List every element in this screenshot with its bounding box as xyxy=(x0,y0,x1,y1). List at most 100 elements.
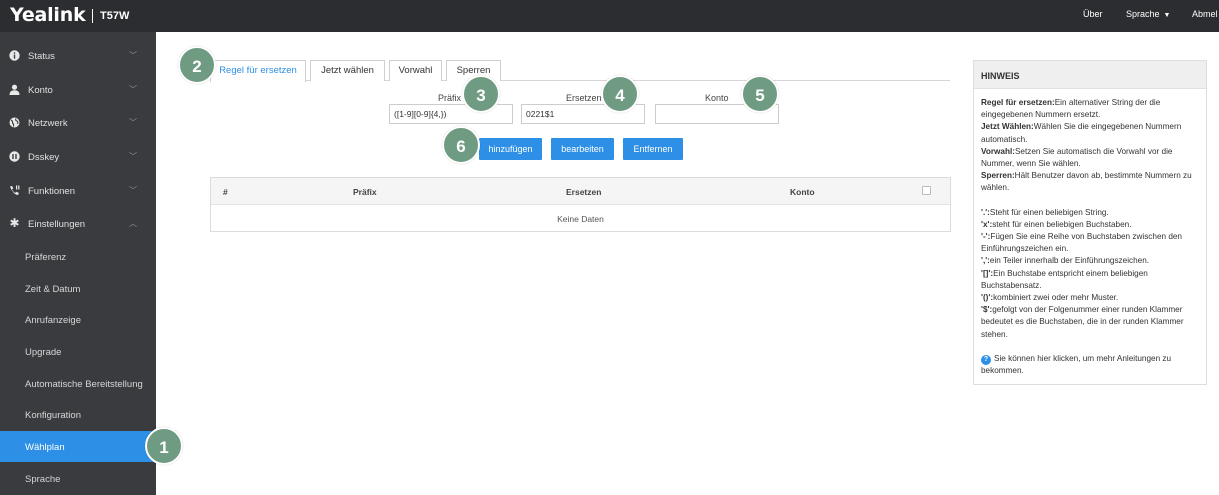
sidebar-item-konto[interactable]: Konto ﹀ xyxy=(0,73,156,106)
column-header-index: # xyxy=(223,187,228,197)
info-icon xyxy=(9,50,20,61)
hint-term: 'x': xyxy=(981,219,993,229)
hint-spacer xyxy=(981,195,1199,207)
logo-divider xyxy=(92,9,93,23)
hint-text: Steht für einen beliebigen String. xyxy=(989,207,1109,217)
remove-button[interactable]: Entfernen xyxy=(623,138,683,160)
annotation-badge-5: 5 xyxy=(741,75,779,113)
sidebar-item-label: Status xyxy=(28,51,55,62)
sidebar-subitem-upgrade[interactable]: Upgrade xyxy=(0,336,156,367)
chevron-down-icon: ﹀ xyxy=(129,118,137,127)
hint-term: '$': xyxy=(981,305,993,315)
help-icon: ? xyxy=(981,354,991,365)
hint-text: kombiniert zwei oder mehr Muster. xyxy=(993,293,1119,303)
hint-symbol: ',':ein Teiler innerhalb der Einführungs… xyxy=(981,255,1199,267)
chevron-down-icon: ﹀ xyxy=(129,85,137,94)
column-header-account: Konto xyxy=(790,187,815,197)
sidebar-subitem-konfiguration[interactable]: Konfiguration xyxy=(0,399,156,430)
hint-panel: HINWEIS Regel für ersetzen:Ein alternati… xyxy=(973,60,1207,385)
sidebar-subitem-label: Upgrade xyxy=(25,347,62,358)
sidebar-subitem-label: Konfiguration xyxy=(25,410,81,421)
caret-down-icon: ▼ xyxy=(1163,12,1171,19)
sidebar-item-label: Konto xyxy=(28,85,53,96)
language-label: Sprache xyxy=(1126,9,1160,19)
hint-help-link[interactable]: ? Sie können hier klicken, um mehr Anleit… xyxy=(981,353,1199,377)
hint-item: Regel für ersetzen:Ein alternativer Stri… xyxy=(981,97,1199,121)
chevron-down-icon: ﹀ xyxy=(129,152,137,161)
annotation-badge-4: 4 xyxy=(601,75,639,113)
logout-link[interactable]: Abmel xyxy=(1192,9,1218,19)
language-menu[interactable]: Sprache ▼ xyxy=(1126,9,1170,19)
column-header-replace: Ersetzen xyxy=(566,187,602,197)
annotation-badge-1: 1 xyxy=(145,427,183,465)
add-button[interactable]: hinzufügen xyxy=(479,138,542,160)
chevron-up-icon: ︿ xyxy=(129,219,137,228)
hint-text: Ein Buchstabe entspricht einem beliebige… xyxy=(981,268,1148,290)
table-header: # Präfix Ersetzen Konto xyxy=(211,178,950,205)
sidebar-subitem-waehlplan[interactable]: Wählplan xyxy=(0,431,156,462)
sidebar-item-netzwerk[interactable]: Netzwerk ﹀ xyxy=(0,106,156,139)
hint-title: HINWEIS xyxy=(981,71,1020,81)
phone-settings-icon xyxy=(9,185,20,196)
hint-term: '[]': xyxy=(981,268,994,278)
hint-text: ein Teiler innerhalb der Einführungszeic… xyxy=(989,256,1150,266)
replace-label: Ersetzen xyxy=(566,93,602,103)
hint-term: '()': xyxy=(981,293,994,303)
hint-term: Jetzt Wählen: xyxy=(981,122,1034,132)
top-bar: Yealink T57W Über Sprache ▼ Abmel xyxy=(0,0,1219,32)
tab-vorwahl[interactable]: Vorwahl xyxy=(389,60,442,81)
model-name: T57W xyxy=(100,10,130,22)
chevron-down-icon: ﹀ xyxy=(129,186,137,195)
sidebar-subitem-anrufanzeige[interactable]: Anrufanzeige xyxy=(0,304,156,335)
sidebar-item-label: Einstellungen xyxy=(28,219,86,230)
hint-text: Fügen Sie eine Reihe von Buchstaben zwis… xyxy=(981,232,1182,254)
hint-spacer xyxy=(981,341,1199,353)
account-label: Konto xyxy=(705,93,729,103)
sidebar-subitem-label: Automatische Bereitstellung xyxy=(25,379,143,390)
sidebar: Status ﹀ Konto ﹀ Netzwerk ﹀ Dsskey ﹀ Fun… xyxy=(0,32,156,495)
hint-body: Regel für ersetzen:Ein alternativer Stri… xyxy=(981,97,1199,377)
about-link[interactable]: Über xyxy=(1083,9,1103,19)
tab-jetzt-waehlen[interactable]: Jetzt wählen xyxy=(310,60,385,81)
sidebar-item-einstellungen[interactable]: ✱ Einstellungen ︿ xyxy=(0,207,156,240)
sidebar-subitem-sprache[interactable]: Sprache xyxy=(0,463,156,494)
hint-term: Vorwahl: xyxy=(981,146,1015,156)
dialplan-table: # Präfix Ersetzen Konto Keine Daten xyxy=(210,177,951,232)
select-all-checkbox[interactable] xyxy=(922,186,931,195)
hint-term: Sperren: xyxy=(981,171,1015,181)
sidebar-item-dsskey[interactable]: Dsskey ﹀ xyxy=(0,140,156,173)
empty-table-message: Keine Daten xyxy=(557,214,604,224)
sidebar-subitem-zeit-datum[interactable]: Zeit & Datum xyxy=(0,273,156,304)
sidebar-item-status[interactable]: Status ﹀ xyxy=(0,39,156,72)
hint-term: '-': xyxy=(981,232,991,242)
sidebar-subitem-label: Zeit & Datum xyxy=(25,284,81,295)
tab-regel-fuer-ersetzen[interactable]: Regel für ersetzen xyxy=(210,60,306,82)
sidebar-item-label: Netzwerk xyxy=(28,118,68,129)
hint-symbol: '[]':Ein Buchstabe entspricht einem beli… xyxy=(981,268,1199,292)
hint-help-text: Sie können hier klicken, um mehr Anleitu… xyxy=(981,353,1172,376)
hint-symbol: '$':gefolgt von der Folgenummer einer ru… xyxy=(981,304,1199,341)
hint-symbol: 'x':steht für einen beliebigen Buchstabe… xyxy=(981,219,1199,231)
hint-symbol: '-':Fügen Sie eine Reihe von Buchstaben … xyxy=(981,231,1199,255)
user-icon xyxy=(9,84,20,95)
keypad-icon xyxy=(9,151,20,162)
hint-item: Jetzt Wählen:Wählen Sie die eingegebenen… xyxy=(981,121,1199,145)
hint-item: Sperren:Hält Benutzer davon ab, bestimmt… xyxy=(981,170,1199,194)
column-header-prefix: Präfix xyxy=(353,187,377,197)
sidebar-subitem-auto-provisioning[interactable]: Automatische Bereitstellung xyxy=(0,368,156,399)
annotation-badge-6: 6 xyxy=(442,126,480,164)
gear-icon: ✱ xyxy=(9,216,20,230)
sidebar-item-label: Funktionen xyxy=(28,186,76,197)
hint-header: HINWEIS xyxy=(974,61,1206,89)
chevron-down-icon: ﹀ xyxy=(129,51,137,60)
sidebar-subitem-label: Präferenz xyxy=(25,252,67,263)
edit-button[interactable]: bearbeiten xyxy=(551,138,614,160)
annotation-badge-2: 2 xyxy=(178,46,216,84)
sidebar-item-label: Dsskey xyxy=(28,152,60,163)
hint-symbol: '()':kombiniert zwei oder mehr Muster. xyxy=(981,292,1199,304)
sidebar-item-funktionen[interactable]: Funktionen ﹀ xyxy=(0,174,156,207)
globe-icon xyxy=(9,117,20,128)
brand-logo[interactable]: Yealink xyxy=(10,4,86,26)
sidebar-subitem-praeferenz[interactable]: Präferenz xyxy=(0,241,156,272)
hint-term: Regel für ersetzen: xyxy=(981,98,1055,107)
